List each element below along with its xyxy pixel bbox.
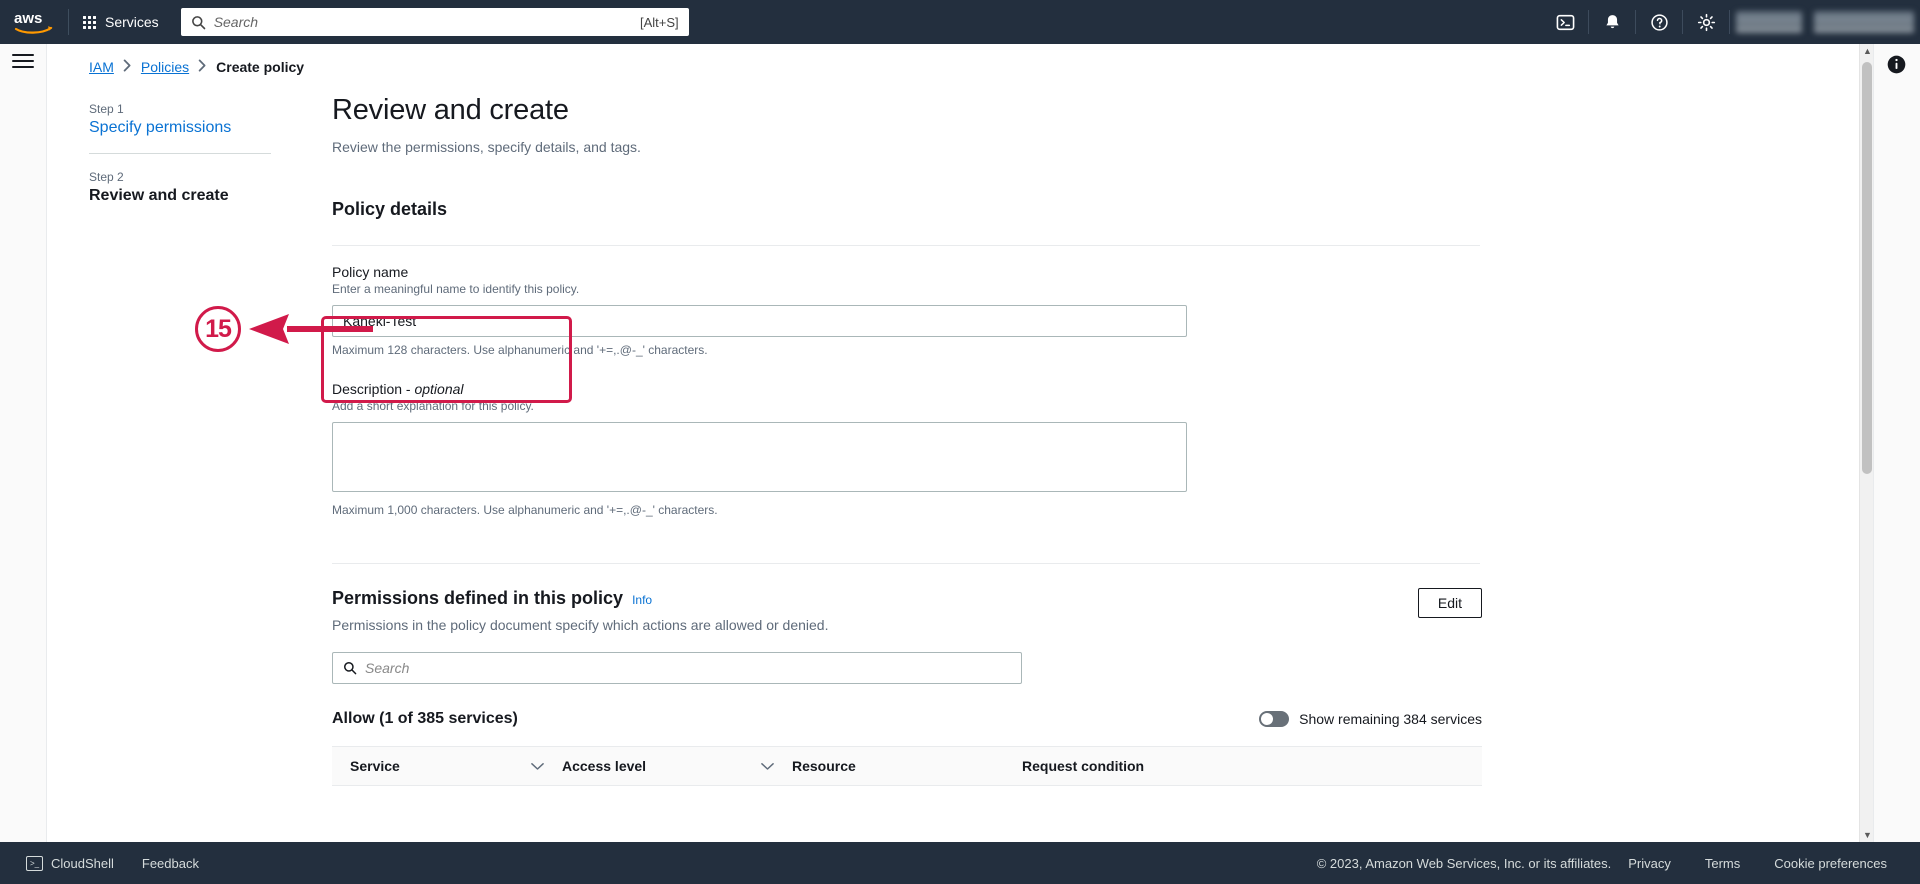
footer-bar: >_ CloudShell Feedback © 2023, Amazon We…	[0, 842, 1920, 884]
description-textarea[interactable]	[332, 422, 1187, 492]
account-region-redacted-a[interactable]	[1736, 11, 1802, 33]
breadcrumb-separator-icon	[123, 59, 132, 75]
permissions-divider	[332, 563, 1480, 564]
search-icon	[343, 661, 357, 675]
wizard-step-2-number: Step 2	[89, 170, 124, 184]
description-field-group: Description - optional Add a short expla…	[332, 381, 1482, 517]
main-content-area: IAM Policies Create policy Step 1 Specif…	[47, 44, 1873, 842]
cloudshell-icon[interactable]	[1542, 0, 1588, 44]
column-header-access-level-label: Access level	[562, 758, 647, 774]
allow-services-label: Allow (1 of 385 services)	[332, 710, 518, 727]
column-header-service[interactable]: Service	[332, 758, 562, 774]
wizard-steps: Step 1 Specify permissions Step 2 Review…	[89, 102, 311, 205]
permissions-info-link[interactable]: Info	[632, 593, 652, 607]
global-search-input[interactable]	[213, 14, 641, 30]
policy-details-heading: Policy details	[332, 199, 448, 219]
aws-logo[interactable]: aws	[0, 0, 68, 44]
scrollbar-thumb[interactable]	[1862, 62, 1872, 474]
cloudshell-button[interactable]: >_ CloudShell	[12, 855, 128, 871]
info-panel-icon[interactable]	[1884, 52, 1908, 76]
permissions-search-input[interactable]	[365, 660, 1011, 676]
wizard-step-1-number: Step 1	[89, 102, 124, 116]
form-column: Review and create Review the permissions…	[321, 94, 1482, 786]
right-help-rail	[1873, 44, 1920, 842]
toggle-label: Show remaining 384 services	[1299, 711, 1482, 727]
section-divider	[332, 245, 1480, 246]
top-navigation-bar: aws Services [Alt+S]	[0, 0, 1920, 44]
feedback-button[interactable]: Feedback	[128, 856, 213, 871]
cloudshell-label: CloudShell	[51, 855, 114, 871]
footer-link-cookie-preferences[interactable]: Cookie preferences	[1757, 856, 1904, 871]
permissions-header: Permissions defined in this policy Info …	[332, 588, 1482, 633]
description-label: Description - optional	[332, 381, 1482, 397]
column-header-request-condition-label: Request condition	[1022, 758, 1145, 774]
permissions-panel: Permissions defined in this policy Info …	[332, 563, 1482, 786]
description-help: Add a short explanation for this policy.	[332, 399, 534, 413]
search-shortcut-hint: [Alt+S]	[640, 14, 679, 30]
waffle-grid-icon	[83, 15, 96, 29]
column-header-resource[interactable]: Resource	[792, 758, 1022, 774]
nav-separator	[1729, 10, 1730, 34]
permissions-table-header: Service Access level Resource Request co…	[332, 746, 1482, 786]
permissions-title: Permissions defined in this policy	[332, 588, 624, 608]
description-max-help: Maximum 1,000 characters. Use alphanumer…	[332, 503, 718, 517]
show-remaining-services-toggle[interactable]: Show remaining 384 services	[1259, 711, 1482, 727]
permissions-search-box[interactable]	[332, 652, 1022, 684]
scroll-down-arrow-icon[interactable]: ▼	[1863, 830, 1872, 840]
wizard-step-1-label[interactable]: Specify permissions	[89, 119, 311, 137]
search-icon	[191, 15, 206, 30]
breadcrumb-item-create-policy: Create policy	[216, 59, 305, 75]
account-name-redacted-b[interactable]	[1814, 11, 1914, 33]
breadcrumb: IAM Policies Create policy	[89, 59, 304, 75]
allow-summary-row: Allow (1 of 385 services) Show remaining…	[332, 710, 1482, 728]
scroll-up-arrow-icon[interactable]: ▲	[1863, 46, 1872, 56]
breadcrumb-item-policies[interactable]: Policies	[141, 59, 189, 75]
global-search-box[interactable]: [Alt+S]	[180, 8, 689, 36]
description-optional-text: optional	[414, 381, 464, 397]
breadcrumb-separator-icon	[198, 59, 207, 75]
footer-link-privacy[interactable]: Privacy	[1611, 856, 1688, 871]
left-navigation-rail	[0, 44, 47, 842]
policy-name-field-group: Policy name Enter a meaningful name to i…	[321, 264, 1482, 403]
description-label-text: Description -	[332, 381, 415, 397]
policy-name-description: Enter a meaningful name to identify this…	[332, 282, 580, 296]
toggle-switch[interactable]	[1259, 711, 1290, 727]
svg-text:aws: aws	[14, 10, 42, 27]
menu-hamburger-icon[interactable]	[12, 50, 34, 72]
services-label: Services	[105, 14, 159, 30]
column-header-service-label: Service	[350, 758, 400, 774]
footer-left-group: >_ CloudShell Feedback	[0, 855, 213, 871]
content-scrollbar[interactable]: ▲ ▼	[1859, 44, 1873, 842]
top-nav-right-group	[1542, 0, 1920, 44]
edit-button[interactable]: Edit	[1417, 588, 1482, 618]
footer-right-group: © 2023, Amazon Web Services, Inc. or its…	[1317, 856, 1920, 871]
annotation-arrow-icon	[249, 314, 373, 344]
column-header-request-condition[interactable]: Request condition	[1022, 758, 1262, 774]
chevron-down-icon[interactable]	[761, 762, 774, 771]
footer-link-terms[interactable]: Terms	[1688, 856, 1757, 871]
wizard-step-1[interactable]: Step 1 Specify permissions	[89, 102, 311, 137]
policy-name-input[interactable]	[332, 305, 1187, 337]
breadcrumb-item-iam[interactable]: IAM	[89, 59, 114, 75]
page-subtitle: Review the permissions, specify details,…	[332, 139, 641, 155]
wizard-step-2-label: Review and create	[89, 187, 229, 204]
feedback-label: Feedback	[141, 855, 199, 871]
policy-name-label: Policy name	[332, 264, 409, 280]
chevron-down-icon[interactable]	[531, 762, 544, 771]
settings-gear-icon[interactable]	[1683, 0, 1729, 44]
help-question-icon[interactable]	[1636, 0, 1682, 44]
page-title: Review and create	[332, 94, 569, 126]
services-menu-button[interactable]: Services	[69, 0, 173, 44]
cloudshell-icon: >_	[26, 855, 43, 871]
copyright-text: © 2023, Amazon Web Services, Inc. or its…	[1316, 855, 1612, 871]
wizard-step-2[interactable]: Step 2 Review and create	[89, 170, 311, 205]
column-header-access-level[interactable]: Access level	[562, 758, 792, 774]
permissions-subtitle: Permissions in the policy document speci…	[332, 617, 829, 633]
column-header-resource-label: Resource	[792, 758, 856, 774]
notifications-bell-icon[interactable]	[1589, 0, 1635, 44]
annotation-marker-15: 15	[195, 306, 241, 352]
wizard-divider	[89, 153, 271, 154]
policy-name-help-text: Maximum 128 characters. Use alphanumeric…	[332, 343, 708, 357]
